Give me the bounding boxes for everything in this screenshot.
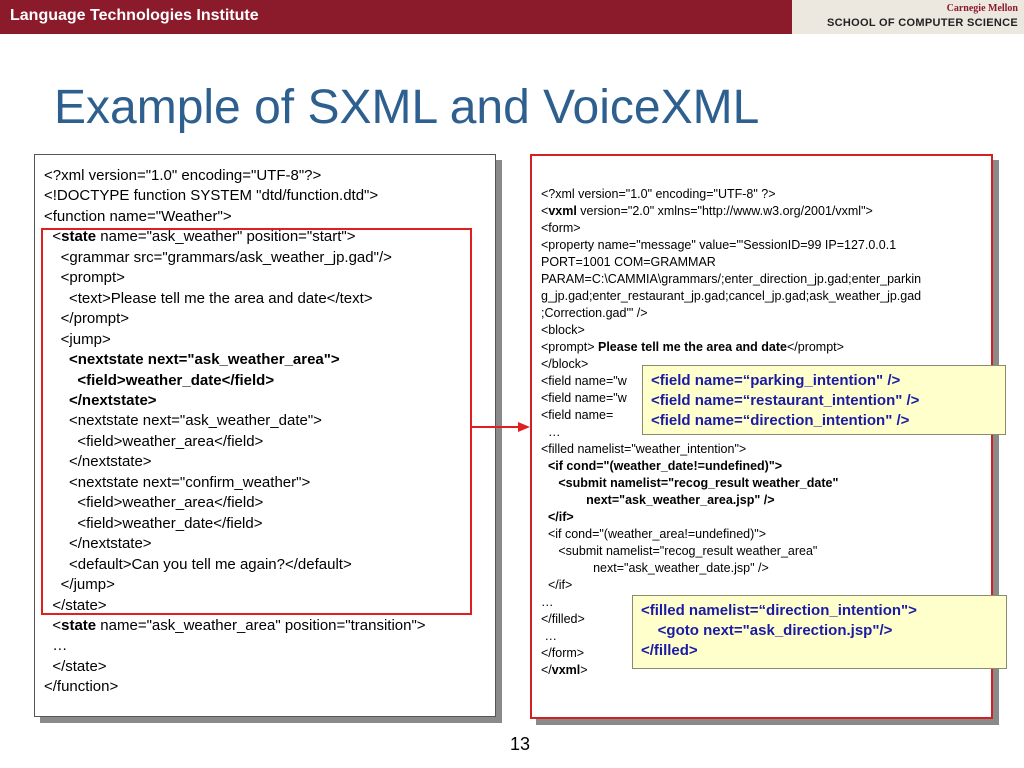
code-bold-text: state (61, 616, 97, 634)
code-line: <state name="ask_weather_area" position=… (44, 616, 426, 636)
code-line: next="ask_weather_area.jsp" /> (541, 492, 921, 509)
code-text: <if cond="(weather_area!=undefined)"> (541, 527, 766, 541)
code-line: <function name="Weather"> (44, 207, 426, 227)
code-text: </state> (44, 657, 107, 675)
code-text: … (541, 629, 557, 643)
code-line: <submit namelist="recog_result weather_a… (541, 543, 921, 560)
cmu-name: Carnegie Mellon (946, 3, 1018, 14)
code-text: next="ask_weather_date.jsp" /> (541, 561, 769, 575)
code-text: … (541, 595, 554, 609)
code-line: ;Correction.gad'" /> (541, 305, 921, 322)
code-text: </filled> (541, 612, 585, 626)
page-number: 13 (510, 734, 531, 754)
filled-callout: <filled namelist=“direction_intention"> … (632, 595, 1007, 669)
code-text: version="2.0" xmlns="http://www.w3.org/2… (576, 204, 873, 218)
code-text: < (44, 616, 62, 634)
code-text: > (580, 663, 588, 677)
code-text: <?xml version="1.0" encoding="UTF-8" ?> (541, 187, 776, 201)
arrow-icon (472, 422, 530, 432)
code-text: <field name= (541, 408, 614, 422)
code-line: <filled namelist="weather_intention"> (541, 441, 921, 458)
code-line: PARAM=C:\CAMMIA\grammars/;enter_directio… (541, 271, 921, 288)
code-text: <filled namelist="weather_intention"> (541, 442, 747, 456)
code-bold-text: next="ask_weather_area.jsp" /> (541, 493, 775, 507)
fields-callout: <field name=“parking_intention" /> <fiel… (642, 365, 1006, 435)
code-line: <block> (541, 322, 921, 339)
code-bold-text: <submit namelist="recog_result weather_d… (541, 476, 839, 490)
code-line: </state> (44, 657, 426, 677)
code-line: <?xml version="1.0" encoding="UTF-8"?> (44, 166, 426, 186)
code-line: <form> (541, 220, 921, 237)
code-text: <!DOCTYPE function SYSTEM "dtd/function.… (44, 187, 379, 205)
code-line: <property name="message" value="'Session… (541, 237, 921, 254)
code-line: </function> (44, 677, 426, 697)
code-text: <property name="message" value="'Session… (541, 238, 897, 252)
code-text: </function> (44, 678, 119, 696)
code-line: g_jp.gad;enter_restaurant_jp.gad;cancel_… (541, 288, 921, 305)
code-text: <?xml version="1.0" encoding="UTF-8"?> (44, 167, 322, 184)
code-text: ;Correction.gad'" /> (541, 306, 648, 320)
code-text: <form> (541, 221, 581, 235)
code-line: </if> (541, 509, 921, 526)
institute-name: Language Technologies Institute (10, 7, 259, 24)
code-bold-text: <if cond="(weather_date!=undefined)"> (541, 459, 783, 473)
code-text: g_jp.gad;enter_restaurant_jp.gad;cancel_… (541, 289, 922, 303)
cmu-logo: Carnegie Mellon SCHOOL OF COMPUTER SCIEN… (792, 0, 1024, 34)
code-text: </if> (541, 578, 573, 592)
code-bold-text: vxml (548, 204, 577, 218)
code-text: </ (541, 663, 552, 677)
fields-callout-text: <field name=“parking_intention" /> <fiel… (651, 372, 920, 429)
code-line: </if> (541, 577, 921, 594)
code-line: … (44, 636, 426, 656)
code-line: <submit namelist="recog_result weather_d… (541, 475, 921, 492)
code-text: </block> (541, 357, 589, 371)
code-bold-text: </if> (541, 510, 574, 524)
code-line: <if cond="(weather_area!=undefined)"> (541, 526, 921, 543)
code-text: PORT=1001 COM=GRAMMAR (541, 255, 716, 269)
code-line: <if cond="(weather_date!=undefined)"> (541, 458, 921, 475)
code-text: <field name="w (541, 374, 627, 388)
code-line: <vxml version="2.0" xmlns="http://www.w3… (541, 203, 921, 220)
code-text: … (44, 637, 68, 655)
code-bold-text: Please tell me the area and date (597, 340, 787, 354)
code-text: </prompt> (786, 340, 844, 354)
filled-callout-text: <filled namelist=“direction_intention"> … (641, 602, 917, 659)
code-line: PORT=1001 COM=GRAMMAR (541, 254, 921, 271)
code-text: <field name="w (541, 391, 627, 405)
highlight-box (41, 228, 472, 615)
slide-title: Example of SXML and VoiceXML (54, 81, 760, 134)
code-line: <?xml version="1.0" encoding="UTF-8" ?> (541, 186, 921, 203)
code-text: … (541, 425, 561, 439)
code-text: name="ask_weather_area" position="transi… (96, 616, 426, 634)
code-text: </form> (541, 646, 585, 660)
code-text: <function name="Weather"> (44, 207, 232, 225)
code-text: <submit namelist="recog_result weather_a… (541, 544, 818, 558)
code-line: <prompt> Please tell me the area and dat… (541, 339, 921, 356)
code-line: <!DOCTYPE function SYSTEM "dtd/function.… (44, 186, 426, 206)
school-name: SCHOOL OF COMPUTER SCIENCE (827, 17, 1018, 29)
code-bold-text: vxml (551, 663, 581, 677)
code-text: <block> (541, 323, 585, 337)
code-text: PARAM=C:\CAMMIA\grammars/;enter_directio… (541, 272, 922, 286)
code-line: next="ask_weather_date.jsp" /> (541, 560, 921, 577)
header-bar: Language Technologies Institute Carnegie… (0, 0, 1024, 34)
code-text: <prompt> (541, 340, 598, 354)
